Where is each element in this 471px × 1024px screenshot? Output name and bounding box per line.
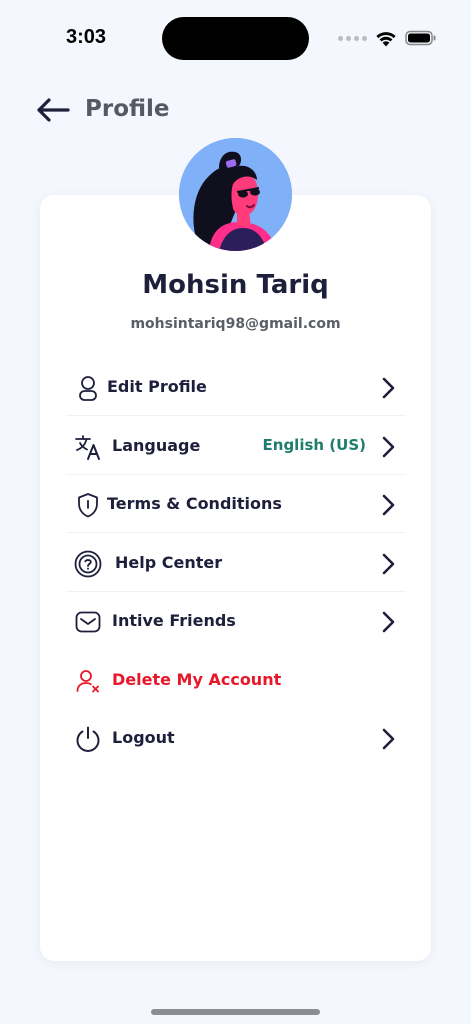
menu-label-edit-profile: Edit Profile <box>107 377 207 396</box>
menu-item-delete-account[interactable]: Delete My Account <box>66 653 406 709</box>
user-icon <box>79 376 97 401</box>
header: Profile <box>0 88 471 134</box>
page-title: Profile <box>85 96 170 122</box>
back-button[interactable] <box>34 94 72 126</box>
signal-dots-icon <box>338 35 367 41</box>
power-icon <box>76 726 100 752</box>
menu-item-edit-profile[interactable]: Edit Profile <box>66 360 406 416</box>
home-indicator[interactable] <box>151 1009 320 1015</box>
shield-icon <box>78 493 98 518</box>
menu-label-help-center: Help Center <box>115 553 223 572</box>
translate-icon <box>75 435 100 460</box>
menu-item-invite-friends[interactable]: Intive Friends <box>66 594 406 650</box>
chevron-right-icon[interactable] <box>376 376 400 400</box>
user-remove-icon <box>76 670 99 693</box>
menu-label-delete-account: Delete My Account <box>112 670 282 689</box>
chevron-right-icon[interactable] <box>376 610 400 634</box>
battery-icon <box>405 30 436 46</box>
chevron-right-icon[interactable] <box>376 435 400 459</box>
wifi-icon <box>376 31 396 46</box>
status-time: 3:03 <box>66 26 107 48</box>
menu-label-terms-conditions: Terms & Conditions <box>107 494 282 513</box>
user-email: mohsintariq98@gmail.com <box>130 316 341 332</box>
menu-item-terms-conditions[interactable]: Terms & Conditions <box>66 477 406 533</box>
menu-item-help-center[interactable]: Help Center <box>66 536 406 592</box>
menu-item-logout[interactable]: Logout <box>66 711 406 767</box>
chevron-right-icon[interactable] <box>376 552 400 576</box>
help-icon <box>74 550 102 578</box>
user-name: Mohsin Tariq <box>142 270 329 300</box>
avatar[interactable] <box>179 138 292 251</box>
mail-icon <box>75 611 101 633</box>
menu-item-language[interactable]: Language English (US) <box>66 419 406 475</box>
menu-label-logout: Logout <box>112 728 175 747</box>
avatar-illustration <box>179 138 292 251</box>
status-icons <box>338 28 437 48</box>
chevron-right-icon[interactable] <box>376 727 400 751</box>
dynamic-island <box>162 17 309 60</box>
chevron-right-icon[interactable] <box>376 493 400 517</box>
menu-label-invite-friends: Intive Friends <box>112 611 236 630</box>
status-bar: 3:03 <box>0 0 471 72</box>
language-value: English (US) <box>262 436 366 454</box>
menu-label-language: Language <box>112 436 201 455</box>
arrow-left-icon <box>37 98 70 122</box>
